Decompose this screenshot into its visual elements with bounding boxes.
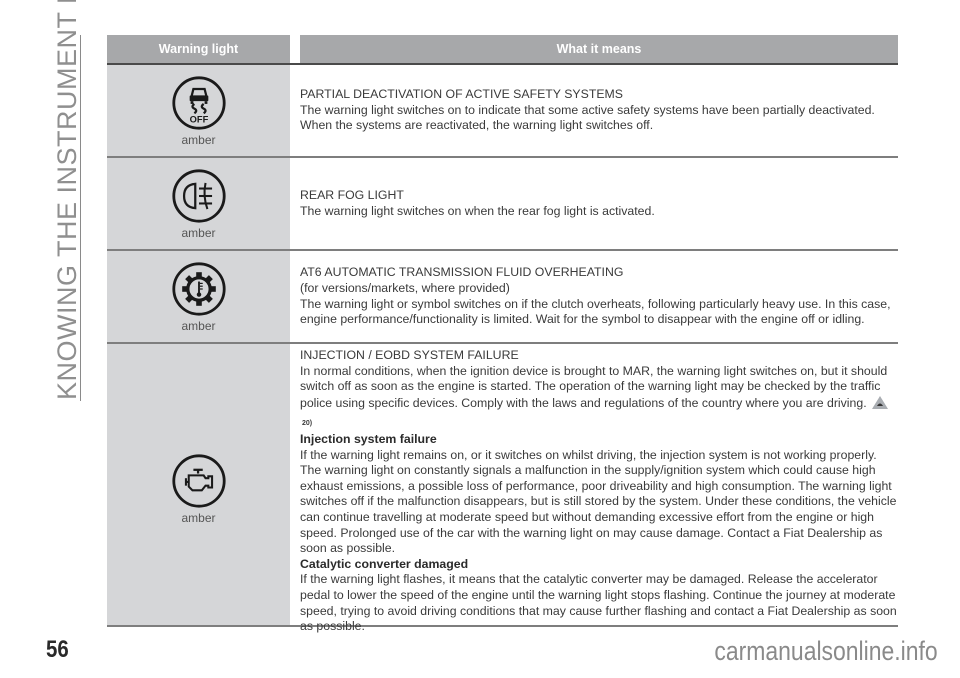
warning-triangle-icon <box>871 395 889 415</box>
row-intro-text: In normal conditions, when the ignition … <box>300 363 888 410</box>
subsection-heading: Injection system failure <box>300 431 437 446</box>
row-intro: In normal conditions, when the ignition … <box>300 364 898 432</box>
warning-light-cell: amber <box>107 158 290 249</box>
table-row: amber REAR FOG LIGHT The warning light s… <box>107 158 898 251</box>
reference-note: 20) <box>302 420 313 428</box>
color-label: amber <box>181 225 216 240</box>
check-engine-icon <box>171 453 226 508</box>
warning-light-cell: amber <box>107 344 290 625</box>
description-cell: INJECTION / EOBD SYSTEM FAILURE In norma… <box>290 344 898 633</box>
table-header: Warning light What it means <box>107 35 898 65</box>
description-cell: REAR FOG LIGHT The warning light switche… <box>290 158 898 249</box>
table-row: OFF amber PARTIAL DEACTIVATION OF ACTIVE… <box>107 65 898 158</box>
row-text: The warning light switches on to indicat… <box>300 102 875 133</box>
subsection-text: If the warning light flashes, it means t… <box>300 572 897 634</box>
subsection-heading: Catalytic converter damaged <box>300 556 469 571</box>
row-title: REAR FOG LIGHT <box>300 187 404 202</box>
section-title: KNOWING THE INSTRUMENT PANEL <box>52 0 82 400</box>
table-row: amber AT6 AUTOMATIC TRANSMISSION FLUID O… <box>107 251 898 344</box>
section-rule <box>80 35 81 401</box>
subsection-text: If the warning light remains on, or it s… <box>300 447 897 556</box>
header-what-it-means: What it means <box>300 35 898 63</box>
rear-fog-light-icon <box>171 168 226 223</box>
description-cell: PARTIAL DEACTIVATION OF ACTIVE SAFETY SY… <box>290 65 898 156</box>
row-title: AT6 AUTOMATIC TRANSMISSION FLUID OVERHEA… <box>300 265 624 280</box>
color-label: amber <box>181 510 216 525</box>
transmission-temperature-icon <box>171 261 226 316</box>
header-warning-light: Warning light <box>107 35 290 63</box>
svg-text:OFF: OFF <box>189 114 208 124</box>
row-text: The warning light switches on when the r… <box>300 203 655 218</box>
row-text: The warning light or symbol switches on … <box>300 296 891 327</box>
traction-control-off-icon: OFF <box>171 75 226 130</box>
color-label: amber <box>181 318 216 333</box>
table-row: amber INJECTION / EOBD SYSTEM FAILURE In… <box>107 344 898 633</box>
page-number: 56 <box>46 636 69 663</box>
color-label: amber <box>181 132 216 147</box>
row-note: (for versions/markets, where provided) <box>300 280 510 295</box>
warning-light-cell: OFF amber <box>107 65 290 156</box>
row-title: PARTIAL DEACTIVATION OF ACTIVE SAFETY SY… <box>300 87 623 102</box>
warning-lights-table: Warning light What it means OFF amber PA… <box>107 35 898 633</box>
watermark: carmanualsonline.info <box>714 636 938 666</box>
row-title: INJECTION / EOBD SYSTEM FAILURE <box>300 348 519 362</box>
description-cell: AT6 AUTOMATIC TRANSMISSION FLUID OVERHEA… <box>290 251 898 342</box>
warning-light-cell: amber <box>107 251 290 342</box>
